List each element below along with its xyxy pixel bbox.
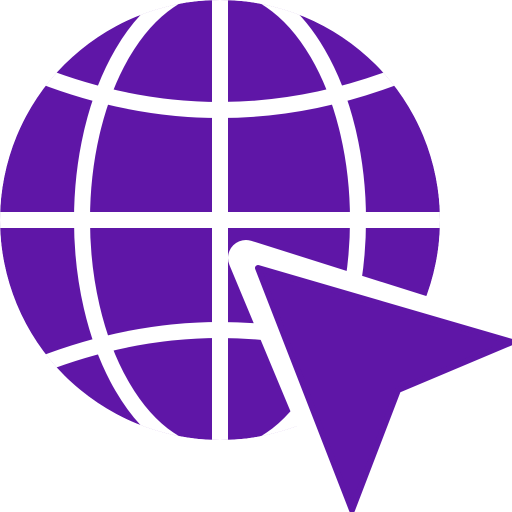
- globe-with-cursor-icon: [0, 0, 512, 512]
- globe-cursor-icon-container: [0, 0, 512, 512]
